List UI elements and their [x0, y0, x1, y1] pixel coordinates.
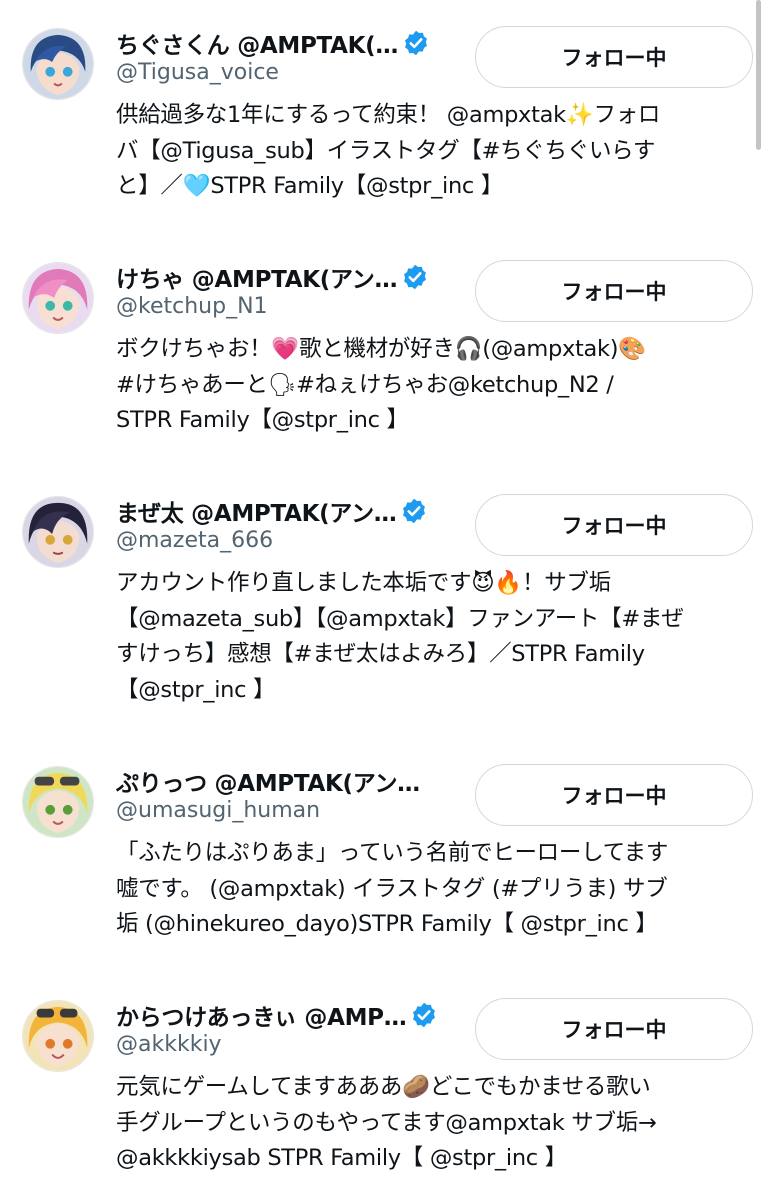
handle[interactable]: @ketchup_N1: [116, 294, 268, 319]
handle[interactable]: @umasugi_human: [116, 798, 320, 823]
bio-line: 元気にゲームしてますあああ🥔どこでもかませる歌い: [116, 1074, 651, 1100]
bio-line: STPR Family【@stpr_inc 】: [116, 407, 409, 433]
bio: ボクけちゃお！💗歌と機材が好き🎧(@ampxtak)🎨 #けちゃあーと🗣#ねぇけ…: [116, 332, 756, 439]
following-button[interactable]: フォロー中: [475, 26, 753, 88]
bio-line: 垢 (@hinekureo_dayo)STPR Family【 @stpr_in…: [116, 911, 658, 937]
avatar[interactable]: [22, 766, 94, 838]
following-list: ちぐさくん @AMPTAK(… @Tigusa_voice フォロー中 供給過多…: [0, 0, 771, 1199]
avatar[interactable]: [22, 1000, 94, 1072]
bio-line: @akkkkiysab STPR Family【 @stpr_inc 】: [116, 1145, 567, 1171]
bio-line: #けちゃあーと🗣#ねぇけちゃお@ketchup_N2 /: [116, 371, 614, 398]
display-name[interactable]: けちゃ @AMPTAK(アン…: [116, 260, 397, 294]
avatar[interactable]: [22, 496, 94, 568]
handle[interactable]: @akkkkiy: [116, 1032, 222, 1057]
display-name[interactable]: ちぐさくん @AMPTAK(…: [116, 26, 398, 60]
following-button[interactable]: フォロー中: [475, 764, 753, 826]
name-line[interactable]: からつけあっきぃ @AMP…: [116, 998, 462, 1032]
bio-line: 【@stpr_inc 】: [116, 676, 276, 703]
avatar[interactable]: [22, 262, 94, 334]
following-button[interactable]: フォロー中: [475, 260, 753, 322]
scrollbar[interactable]: [756, 0, 761, 150]
display-name[interactable]: からつけあっきぃ @AMP…: [116, 998, 406, 1032]
bio-line: すけっち】感想【#まぜ太はよみろ】／STPR Family: [116, 641, 645, 667]
name-line[interactable]: けちゃ @AMPTAK(アン…: [116, 260, 462, 294]
following-button[interactable]: フォロー中: [475, 998, 753, 1060]
bio-line: 嘘です。 (@ampxtak) イラストタグ (#プリうま) サブ: [116, 875, 668, 902]
verified-badge-icon: [413, 1002, 436, 1028]
bio-line: 手グループというのもやってます@ampxtak サブ垢→: [116, 1109, 657, 1136]
bio-line: と】／🩵STPR Family【@stpr_inc 】: [116, 173, 504, 199]
bio-line: 「ふたりはぷりあま」っていう名前でヒーローしてます: [116, 840, 669, 866]
avatar[interactable]: [22, 28, 94, 100]
name-line[interactable]: まぜ太 @AMPTAK(アン…: [116, 494, 462, 528]
handle[interactable]: @Tigusa_voice: [116, 60, 279, 85]
following-button[interactable]: フォロー中: [475, 494, 753, 556]
verified-badge-icon: [404, 264, 427, 290]
bio-line: アカウント作り直しました本垢です😈🔥！サブ垢: [116, 570, 611, 596]
name-line[interactable]: ぷりっつ @AMPTAK(アン…: [116, 764, 462, 798]
name-line[interactable]: ちぐさくん @AMPTAK(…: [116, 26, 462, 60]
bio: アカウント作り直しました本垢です😈🔥！サブ垢 【@mazeta_sub】【@am…: [116, 566, 756, 708]
bio: 「ふたりはぷりあま」っていう名前でヒーローしてます 嘘です。 (@ampxtak…: [116, 836, 756, 943]
bio: 供給過多な1年にするって約束！ @ampxtak✨フォロ バ【@Tigusa_s…: [116, 98, 756, 205]
verified-badge-icon: [405, 30, 428, 56]
bio: 元気にゲームしてますあああ🥔どこでもかませる歌い 手グループというのもやってます…: [116, 1070, 756, 1177]
display-name[interactable]: まぜ太 @AMPTAK(アン…: [116, 494, 396, 528]
verified-badge-icon: [403, 498, 426, 524]
bio-line: ボクけちゃお！💗歌と機材が好き🎧(@ampxtak)🎨: [116, 336, 646, 362]
bio-line: 【@mazeta_sub】【@ampxtak】ファンアート【#まぜ: [116, 605, 684, 632]
display-name[interactable]: ぷりっつ @AMPTAK(アン…: [116, 764, 420, 798]
bio-line: 供給過多な1年にするって約束！ @ampxtak✨フォロ: [116, 102, 661, 128]
handle[interactable]: @mazeta_666: [116, 528, 273, 553]
bio-line: バ【@Tigusa_sub】イラストタグ【#ちぐちぐいらす: [116, 137, 656, 164]
